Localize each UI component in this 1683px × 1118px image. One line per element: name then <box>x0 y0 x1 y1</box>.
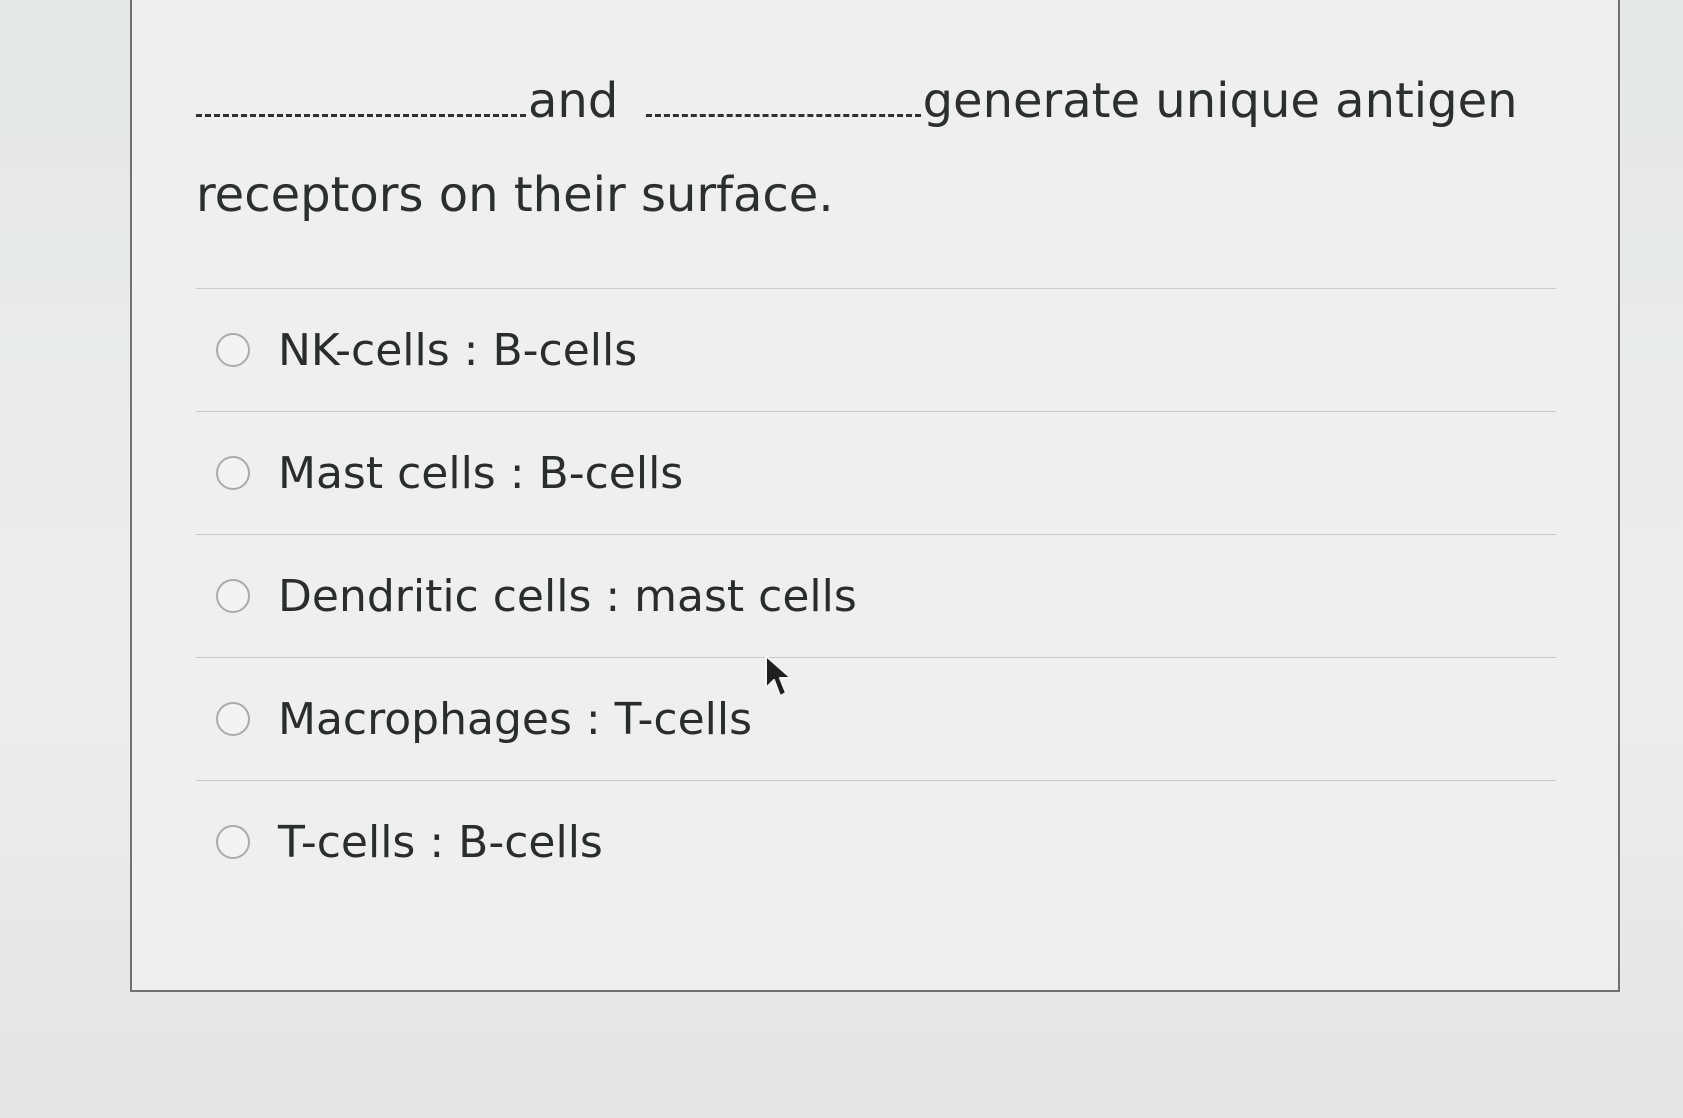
answer-option[interactable]: Macrophages : T-cells <box>196 658 1556 780</box>
answer-option[interactable]: Dendritic cells : mast cells <box>196 535 1556 657</box>
screen: and generate unique antigen receptors on… <box>0 0 1683 1118</box>
answer-option-label: Macrophages : T-cells <box>278 693 753 745</box>
question-text-after-blanks: generate unique antigen receptors on the… <box>196 73 1518 223</box>
answer-options-list: NK-cells : B-cells Mast cells : B-cells … <box>196 288 1556 903</box>
answer-option-label: Dendritic cells : mast cells <box>278 570 857 622</box>
question-card: and generate unique antigen receptors on… <box>130 0 1620 992</box>
answer-option[interactable]: Mast cells : B-cells <box>196 412 1556 534</box>
radio-unselected-icon[interactable] <box>216 579 250 613</box>
question-connector: and <box>528 73 619 129</box>
answer-blank-1 <box>196 108 526 117</box>
radio-unselected-icon[interactable] <box>216 702 250 736</box>
answer-option[interactable]: T-cells : B-cells <box>196 781 1556 903</box>
answer-option[interactable]: NK-cells : B-cells <box>196 289 1556 411</box>
mouse-pointer-icon <box>765 655 792 697</box>
answer-blank-2 <box>645 108 921 117</box>
radio-unselected-icon[interactable] <box>216 825 250 859</box>
question-prompt: and generate unique antigen receptors on… <box>196 54 1556 242</box>
answer-option-label: NK-cells : B-cells <box>278 324 638 376</box>
answer-option-label: Mast cells : B-cells <box>278 447 684 499</box>
answer-option-label: T-cells : B-cells <box>278 816 603 868</box>
radio-unselected-icon[interactable] <box>216 333 250 367</box>
radio-unselected-icon[interactable] <box>216 456 250 490</box>
